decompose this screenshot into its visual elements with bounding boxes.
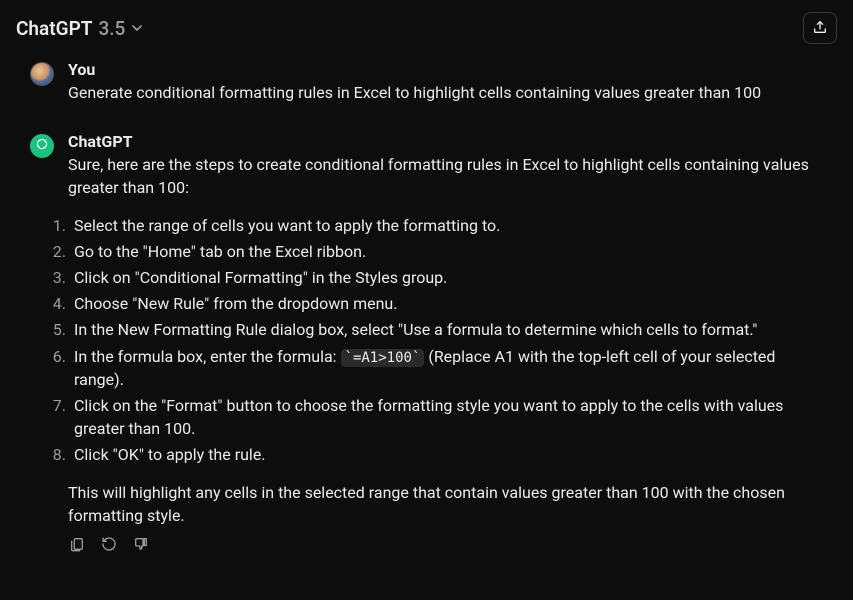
step-number: 6. [44, 345, 66, 391]
step-text: Go to the "Home" tab on the Excel ribbon… [74, 240, 823, 263]
step-number: 4. [44, 292, 66, 315]
list-item: 4. Choose "New Rule" from the dropdown me… [44, 292, 823, 315]
refresh-icon [101, 536, 117, 555]
model-selector[interactable]: ChatGPT 3.5 [16, 17, 145, 40]
user-avatar [30, 62, 54, 86]
assistant-message: ChatGPT Sure, here are the steps to crea… [30, 132, 823, 555]
dislike-button[interactable] [132, 537, 150, 555]
step-number: 2. [44, 240, 66, 263]
user-message: You Generate conditional formatting rule… [30, 60, 823, 104]
header-bar: ChatGPT 3.5 [16, 8, 837, 54]
app-root: ChatGPT 3.5 You Generate conditional for… [0, 0, 853, 600]
list-item: 1. Select the range of cells you want to … [44, 214, 823, 237]
steps-list: 1.Select the range of cells you want to … [68, 214, 823, 467]
model-version: 3.5 [98, 17, 125, 40]
step-text: In the New Formatting Rule dialog box, s… [74, 318, 823, 341]
step-text: Click "OK" to apply the rule. [74, 443, 823, 466]
share-button[interactable] [803, 12, 837, 44]
copy-button[interactable] [68, 537, 86, 555]
list-item: 8. Click "OK" to apply the rule. [44, 443, 823, 466]
step-number: 3. [44, 266, 66, 289]
assistant-sender-label: ChatGPT [68, 132, 823, 151]
conversation: You Generate conditional formatting rule… [16, 54, 837, 555]
assistant-message-body: ChatGPT Sure, here are the steps to crea… [68, 132, 823, 555]
step-number: 7. [44, 394, 66, 440]
user-sender-label: You [68, 60, 823, 79]
step-text: Select the range of cells you want to ap… [74, 214, 823, 237]
model-name: ChatGPT [16, 17, 92, 40]
upload-icon [812, 19, 828, 38]
assistant-avatar [30, 134, 54, 158]
assistant-intro: Sure, here are the steps to create condi… [68, 153, 823, 199]
assistant-content: Sure, here are the steps to create condi… [68, 153, 823, 527]
list-item: 2. Go to the "Home" tab on the Excel ribb… [44, 240, 823, 263]
list-item: 5. In the New Formatting Rule dialog box,… [44, 318, 823, 341]
regenerate-button[interactable] [100, 537, 118, 555]
assistant-outro: This will highlight any cells in the sel… [68, 481, 823, 527]
step-text: Click on the "Format" button to choose t… [74, 394, 823, 440]
chevron-down-icon [129, 20, 145, 36]
message-actions [68, 537, 823, 555]
openai-icon [34, 136, 50, 156]
step-number: 1. [44, 214, 66, 237]
step-text: In the formula box, enter the formula: `… [74, 345, 823, 391]
thumbs-down-icon [133, 536, 149, 555]
list-item: 3. Click on "Conditional Formatting" in t… [44, 266, 823, 289]
step-number: 5. [44, 318, 66, 341]
list-item: 7.Click on the "Format" button to choose… [44, 394, 823, 440]
step-text: Click on "Conditional Formatting" in the… [74, 266, 823, 289]
step-text: Choose "New Rule" from the dropdown menu… [74, 292, 823, 315]
list-item: 6.In the formula box, enter the formula:… [44, 345, 823, 391]
user-text: Generate conditional formatting rules in… [68, 81, 823, 104]
formula-code: `=A1>100` [341, 349, 425, 367]
step-number: 8. [44, 443, 66, 466]
clipboard-icon [69, 536, 85, 555]
user-message-body: You Generate conditional formatting rule… [68, 60, 823, 104]
